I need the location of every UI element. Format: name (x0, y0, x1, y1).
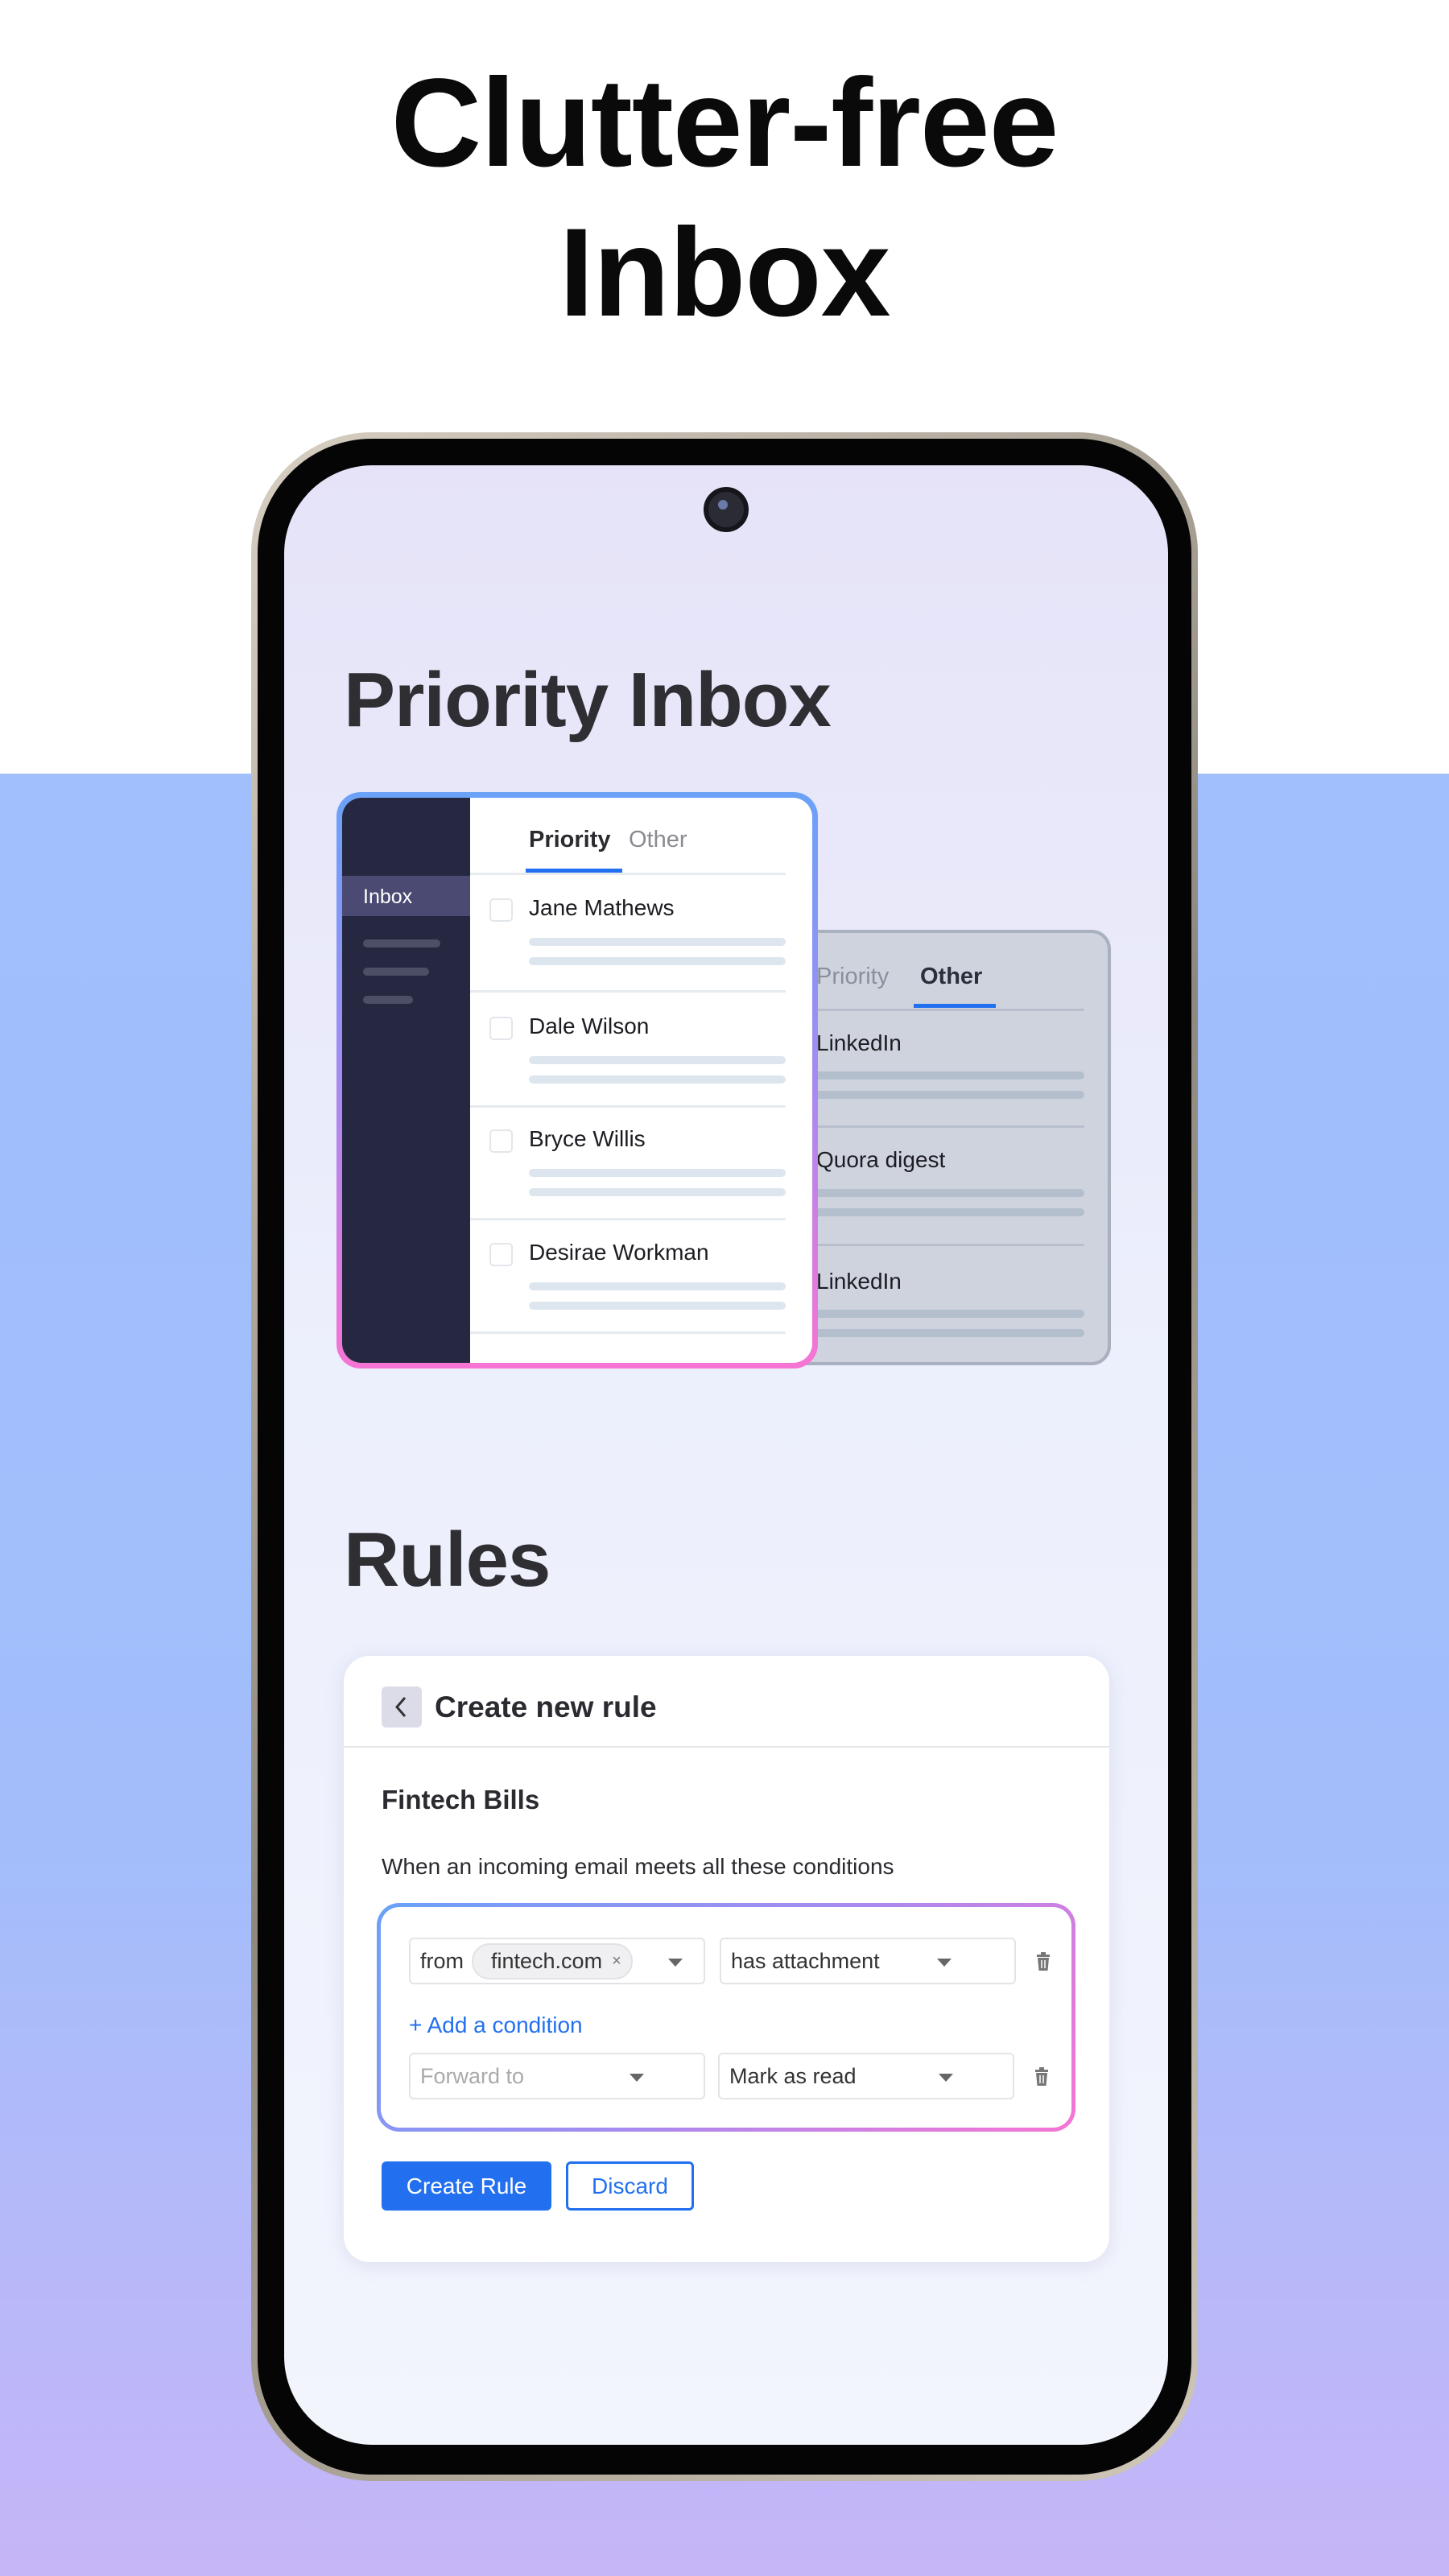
placeholder-line (529, 1075, 786, 1084)
divider (344, 1746, 1109, 1748)
headline: Clutter-free Inbox (0, 48, 1449, 348)
headline-line-2: Inbox (559, 203, 891, 343)
create-rule-button[interactable]: Create Rule (382, 2161, 551, 2211)
sidebar-item-placeholder (363, 996, 413, 1004)
headline-line-1: Clutter-free (390, 53, 1059, 193)
divider (470, 990, 786, 993)
placeholder-line (529, 1282, 786, 1290)
rule-name: Fintech Bills (382, 1785, 540, 1814)
row-checkbox[interactable] (489, 1243, 513, 1266)
sidebar: Inbox (342, 798, 470, 1363)
add-condition-link[interactable]: + Add a condition (409, 2013, 583, 2038)
section-title-priority-inbox: Priority Inbox (344, 657, 832, 743)
list-item[interactable]: LinkedIn (816, 1030, 902, 1056)
list-item[interactable]: Quora digest (816, 1147, 945, 1173)
placeholder-line (529, 1188, 786, 1196)
trash-icon[interactable] (1035, 1952, 1051, 1971)
placeholder-line (529, 957, 786, 965)
divider (470, 1218, 786, 1220)
list-item[interactable]: Bryce Willis (529, 1126, 646, 1152)
placeholder-line (529, 1169, 786, 1177)
sidebar-item-placeholder (363, 968, 429, 976)
row-checkbox[interactable] (489, 898, 513, 922)
placeholder-line (529, 1302, 786, 1310)
list-item[interactable]: Desirae Workman (529, 1240, 709, 1265)
tab-priority[interactable]: Priority (529, 827, 611, 853)
action-value: Mark as read (729, 2063, 857, 2088)
priority-inbox-card: Inbox Priority Other Jane Mathews Dale W… (336, 792, 818, 1368)
trash-icon[interactable] (1034, 2067, 1050, 2087)
conditions-box: from fintech.com × has attachment + Add … (377, 1903, 1075, 2132)
discard-button[interactable]: Discard (566, 2161, 694, 2211)
tab-priority[interactable]: Priority (816, 964, 889, 990)
forward-to-placeholder: Forward to (420, 2063, 525, 2088)
divider (470, 1105, 786, 1108)
chevron-left-icon (395, 1697, 407, 1717)
chevron-down-icon (937, 1959, 952, 1967)
condition-field-select[interactable]: from fintech.com × (409, 1938, 705, 1984)
condition-field-label: from (420, 1948, 464, 1973)
action-select[interactable]: Mark as read (718, 2053, 1014, 2099)
row-checkbox[interactable] (489, 1129, 513, 1153)
camera-icon (704, 487, 749, 532)
card-title: Create new rule (435, 1690, 657, 1724)
row-checkbox[interactable] (489, 1017, 513, 1040)
condition-operator-value: has attachment (731, 1948, 880, 1973)
active-tab-indicator (914, 1004, 996, 1008)
chip-remove-icon[interactable]: × (612, 1952, 621, 1971)
chevron-down-icon (668, 1959, 683, 1967)
tab-other[interactable]: Other (920, 964, 982, 990)
placeholder-line (529, 1056, 786, 1064)
create-rule-card: Create new rule Fintech Bills When an in… (344, 1656, 1109, 2262)
divider (470, 1331, 786, 1334)
chevron-down-icon (939, 2074, 953, 2082)
section-title-rules: Rules (344, 1517, 551, 1603)
condition-operator-select[interactable]: has attachment (720, 1938, 1016, 1984)
back-button[interactable] (382, 1686, 422, 1728)
sidebar-item-inbox[interactable]: Inbox (342, 876, 470, 916)
domain-chip: fintech.com × (472, 1942, 633, 1979)
chip-label: fintech.com (491, 1948, 603, 1973)
placeholder-line (529, 938, 786, 946)
chevron-down-icon (630, 2074, 644, 2082)
sidebar-item-placeholder (363, 939, 440, 947)
forward-to-select[interactable]: Forward to (409, 2053, 705, 2099)
list-item[interactable]: LinkedIn (816, 1269, 902, 1294)
rule-description: When an incoming email meets all these c… (382, 1854, 894, 1879)
divider (470, 873, 786, 875)
list-item[interactable]: Jane Mathews (529, 895, 675, 921)
list-item[interactable]: Dale Wilson (529, 1013, 649, 1039)
tab-other[interactable]: Other (629, 827, 687, 853)
